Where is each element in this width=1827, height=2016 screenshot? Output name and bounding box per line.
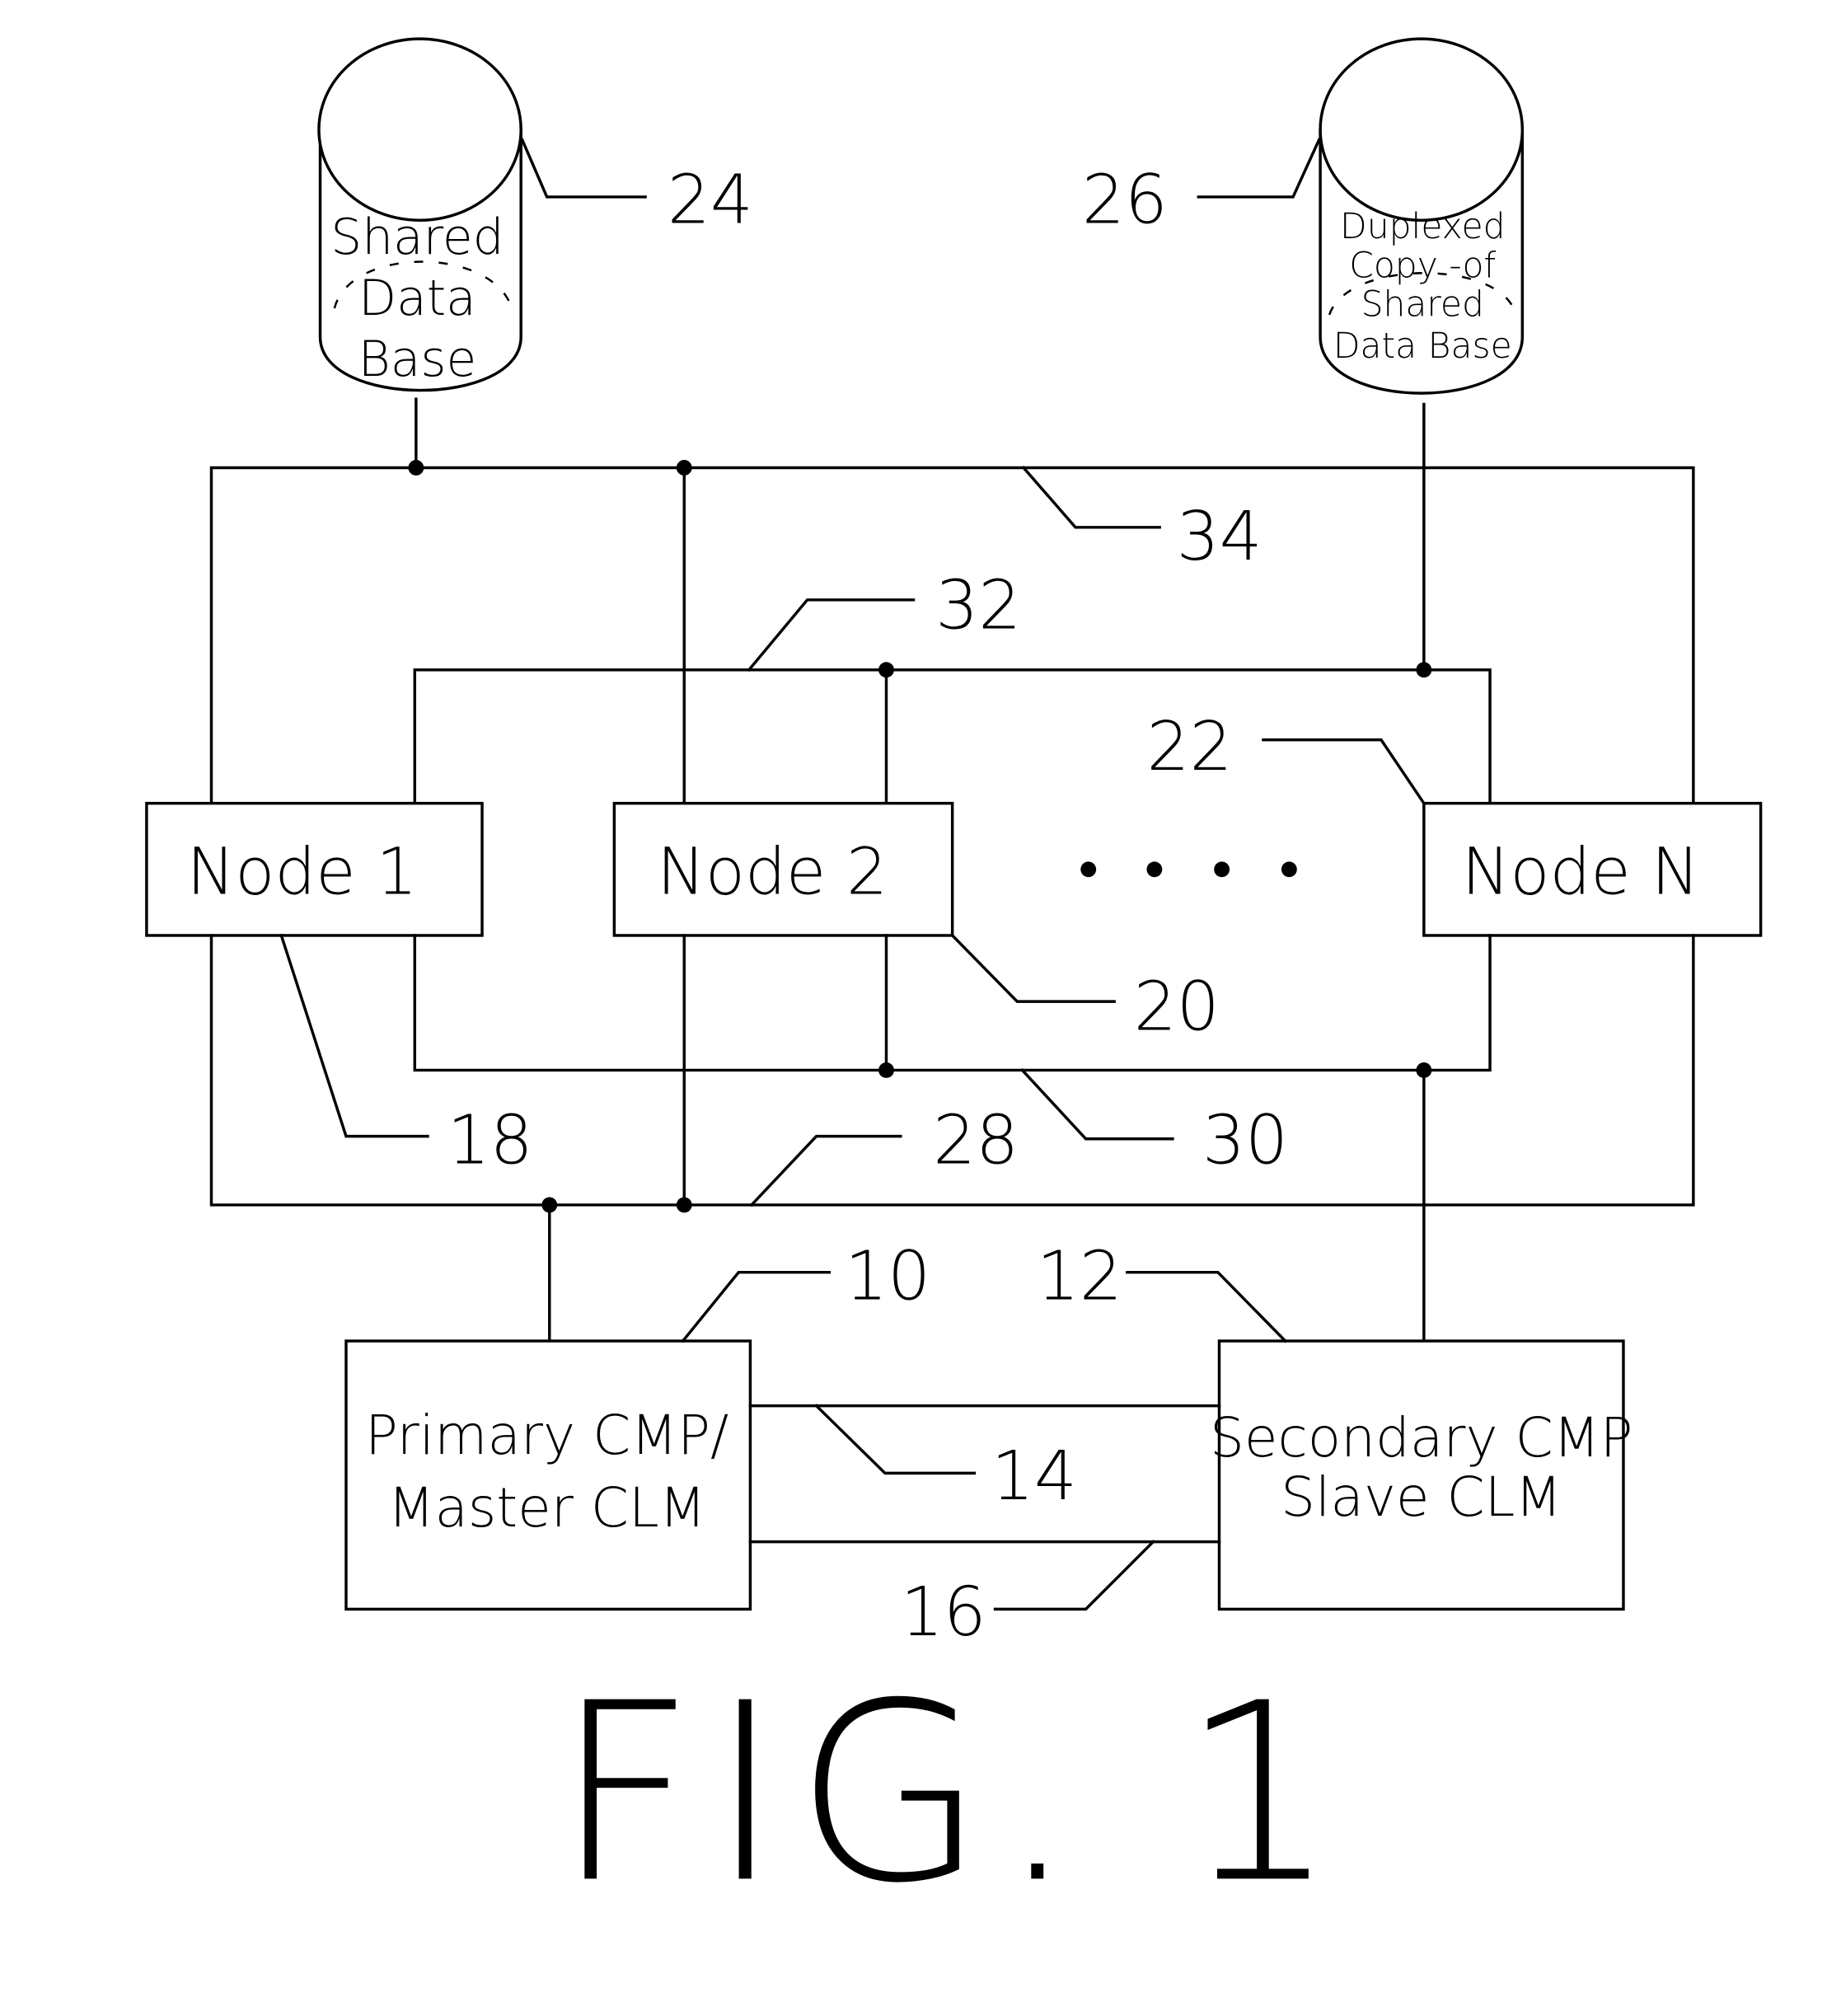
ref-28: 28 — [933, 1102, 1019, 1180]
duplex-db-line-4: Data Base — [1333, 326, 1512, 367]
node-n: Node N — [1422, 801, 1763, 937]
shared-db-line-1: Shared — [330, 209, 504, 266]
leader-24 — [520, 138, 647, 199]
junction-dot — [1416, 662, 1432, 678]
shared-db-line-2: Data — [358, 270, 476, 327]
link-16: 16 — [748, 1540, 1221, 1652]
ref-14: 14 — [991, 1437, 1077, 1516]
bus-32-line — [413, 668, 1492, 805]
secondary-line-1: Secondary CMP — [1210, 1406, 1633, 1470]
ellipsis-dot — [1281, 861, 1297, 878]
ref-12: 12 — [1037, 1238, 1122, 1316]
shared-database: Shared Data Base 24 — [317, 37, 753, 392]
ref-18: 18 — [447, 1102, 533, 1180]
leader-14 — [814, 1404, 977, 1475]
ref-32: 32 — [935, 566, 1021, 645]
leader-30 — [1020, 1068, 1174, 1141]
duplex-db-line-3: Shared — [1361, 285, 1484, 326]
leader-10 — [681, 1270, 832, 1343]
ellipsis — [1080, 861, 1297, 878]
leader-32 — [747, 598, 916, 673]
ref-20: 20 — [1134, 968, 1220, 1047]
duplexed-database: Duplexed Copy -of Shared Data Base 26 — [1082, 37, 1525, 395]
bus-32: 32 — [413, 402, 1492, 805]
ellipsis-dot — [1146, 861, 1163, 878]
node-n-label: Node N — [1462, 834, 1700, 910]
figure-caption: FIG. 1 — [555, 1651, 1351, 1937]
shared-db-line-3: Base — [358, 331, 477, 388]
primary-line-2: Master CLM — [387, 1476, 705, 1540]
leader-12 — [1126, 1270, 1288, 1343]
duplex-db-line-1: Duplexed — [1340, 207, 1506, 247]
secondary-cmp: Secondary CMP Slave CLM 12 — [1037, 1238, 1633, 1611]
leader-16 — [993, 1540, 1155, 1611]
primary-cmp-box — [344, 1339, 752, 1611]
bus-28: 28 — [209, 934, 1695, 1213]
node-1-label: Node 1 — [186, 834, 417, 910]
ref-10: 10 — [845, 1238, 930, 1316]
primary-cmp: Primary CMP/ Master CLM 10 — [344, 1238, 930, 1611]
junction-dot — [878, 1062, 894, 1078]
ellipsis-dot — [1080, 861, 1097, 878]
ref-24: 24 — [668, 161, 753, 239]
ref-26: 26 — [1082, 161, 1168, 239]
ref-22: 22 — [1146, 708, 1232, 786]
duplex-db-top — [1319, 37, 1525, 222]
primary-line-1: Primary CMP/ — [365, 1404, 728, 1467]
secondary-line-2: Slave CLM — [1281, 1465, 1562, 1529]
leader-28 — [749, 1134, 902, 1207]
junction-dot — [408, 460, 424, 476]
node-2-label: Node 2 — [657, 834, 888, 910]
leader-18 — [279, 933, 429, 1138]
node-1: Node 1 — [145, 801, 484, 937]
ref-16: 16 — [901, 1573, 986, 1652]
shared-db-top — [317, 37, 522, 222]
link-14: 14 — [748, 1404, 1221, 1516]
leader-34 — [1021, 466, 1161, 529]
duplex-db-line-2: Copy -of — [1349, 246, 1496, 286]
ref-30: 30 — [1202, 1102, 1288, 1180]
bus-30-line — [413, 934, 1492, 1072]
node-2: Node 2 — [612, 801, 954, 937]
ref-34: 34 — [1177, 498, 1263, 576]
ellipsis-dot — [1214, 861, 1230, 878]
leader-26 — [1197, 138, 1321, 199]
junction-dot — [676, 1197, 692, 1213]
leader-22 — [1262, 738, 1426, 806]
leader-20 — [950, 933, 1116, 1003]
patent-figure: Shared Data Base 24 Duplexed Copy -of Sh… — [145, 37, 1763, 1937]
